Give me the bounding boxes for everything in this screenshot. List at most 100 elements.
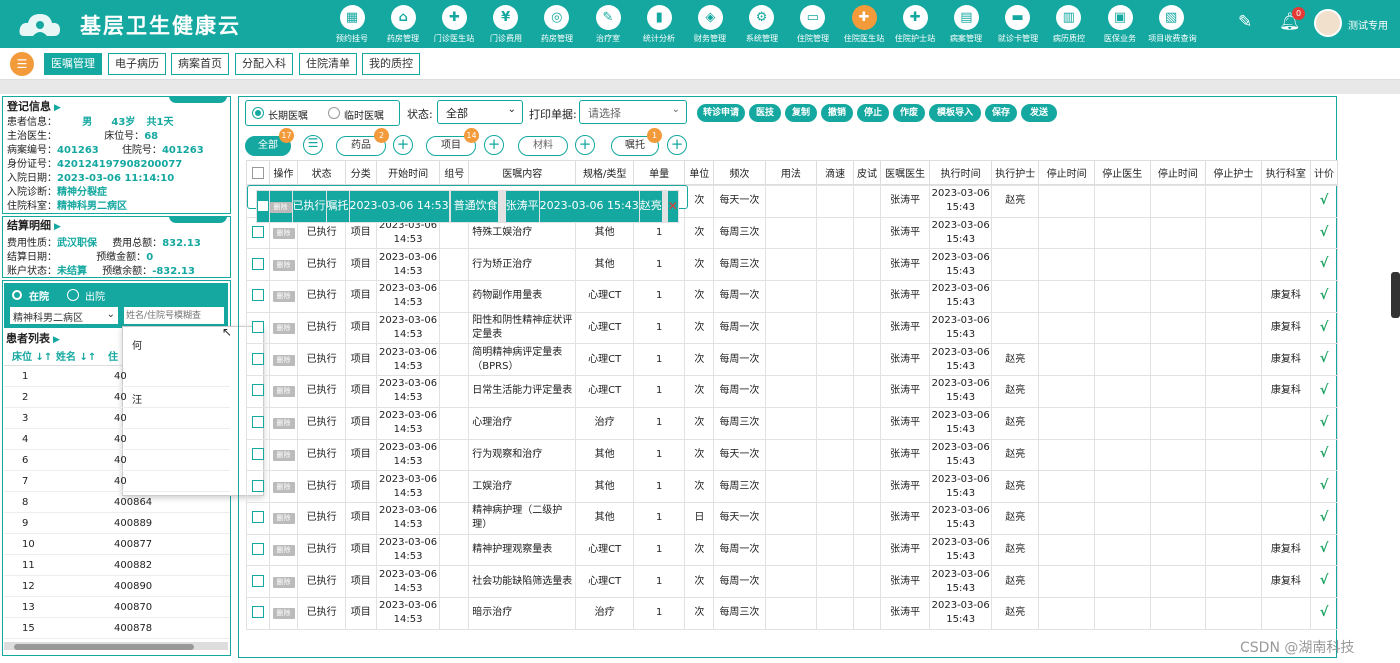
column-header[interactable]: 医嘱内容	[468, 160, 577, 185]
revoke-button[interactable]: 撤销	[821, 104, 853, 122]
table-row[interactable]: 删除 已执行 项目 2023-03-06 14:53 社会功能缺陷筛选量表 心理CT 1 次每…	[246, 565, 1338, 598]
tab-orders[interactable]: 医嘱管理	[44, 53, 102, 75]
username[interactable]: 测试专用	[1348, 17, 1388, 32]
save-button[interactable]: 保存	[985, 104, 1017, 122]
nav-item[interactable]: ✚ 住院医生站	[840, 2, 888, 48]
column-header[interactable]: 状态	[297, 160, 346, 185]
column-header[interactable]: 操作	[268, 160, 299, 185]
table-row[interactable]: 删除 已执行 项目 2023-03-06 14:53 暗示治疗 治疗 1 次每周三次 张涛平 20…	[246, 596, 1338, 630]
row-checkbox[interactable]	[251, 416, 264, 429]
column-header[interactable]: 计价	[1310, 160, 1338, 185]
patient-row[interactable]: 1 40	[4, 366, 230, 387]
scrollbar-thumb[interactable]	[14, 644, 194, 650]
edit-icon[interactable]: ✎	[1238, 12, 1252, 32]
delete-button[interactable]: 删除	[272, 418, 295, 430]
column-header[interactable]: 执行护士	[991, 160, 1040, 185]
column-header[interactable]: 停止护士	[1205, 160, 1262, 185]
delete-button[interactable]: 删除	[272, 291, 295, 303]
row-checkbox[interactable]	[251, 352, 264, 365]
delete-button[interactable]: 删除	[272, 228, 295, 240]
patient-row[interactable]: 12 400890	[4, 576, 230, 597]
delete-button[interactable]: 删除	[272, 513, 295, 525]
tab-emr[interactable]: 电子病历	[108, 53, 166, 75]
column-header[interactable]: 停止时间	[1038, 160, 1095, 185]
column-header[interactable]	[246, 160, 270, 185]
table-row[interactable]: 删除 已执行 项目 2023-03-06 14:53 行为矫正治疗 其他 1 次每周三次 张涛平…	[246, 248, 1338, 282]
patient-row[interactable]: 15 400878	[4, 618, 230, 639]
copy-button[interactable]: 复制	[785, 104, 817, 122]
medtech-button[interactable]: 医技	[749, 104, 781, 122]
column-header[interactable]: 单位	[684, 160, 715, 185]
patient-row[interactable]: 10 400877	[4, 534, 230, 555]
row-checkbox[interactable]	[257, 200, 268, 213]
table-row[interactable]: 删除 已执行 项目 2023-03-06 14:53 药物副作用量表 心理CT 1 次每周一次…	[246, 280, 1338, 313]
patient-row[interactable]: 2 40	[4, 387, 230, 408]
col-inpatient-no[interactable]: 住	[108, 348, 118, 363]
patient-row[interactable]: 4 40	[4, 429, 230, 450]
patient-row[interactable]: 6 40	[4, 450, 230, 471]
nav-item[interactable]: ▮ 统计分析	[635, 2, 683, 48]
category-item[interactable]: 项目 14	[426, 128, 479, 156]
tab-assign-dept[interactable]: 分配入科	[235, 53, 293, 75]
category-all[interactable]: 全部 17	[245, 128, 294, 156]
column-header[interactable]: 执行科室	[1260, 160, 1312, 185]
dropdown-item[interactable]: 何	[132, 337, 142, 352]
void-button[interactable]: 作废	[893, 104, 925, 122]
status-select[interactable]: 全部 ⌄	[437, 100, 523, 124]
row-checkbox[interactable]	[251, 606, 264, 619]
print-select[interactable]: 请选择 ⌄	[579, 100, 687, 124]
table-row[interactable]: 删除 已执行 项目 2023-03-06 14:53 工娱治疗 其他 1 次每周三次 张涛平 20…	[246, 470, 1338, 503]
referral-button[interactable]: 转诊申请	[697, 104, 745, 122]
category-instruction[interactable]: 嘱托 1	[611, 128, 662, 156]
column-header[interactable]: 开始时间	[375, 160, 441, 185]
send-button[interactable]: 发送	[1021, 104, 1057, 122]
avatar[interactable]	[1314, 9, 1342, 37]
column-header[interactable]: 停止时间	[1149, 160, 1207, 185]
table-row[interactable]: 删除 已执行 嘱托 2023-03-06 14:53 普通饮食 张涛平 2023-03-06…	[246, 185, 688, 223]
delete-button[interactable]: 删除	[272, 259, 295, 271]
table-row[interactable]: 删除 已执行 项目 2023-03-06 14:53 日常生活能力评定量表 心理CT 1 次每…	[246, 375, 1338, 408]
nav-item[interactable]: ▬ 就诊卡管理	[994, 2, 1042, 48]
column-header[interactable]: 规格/类型	[575, 160, 634, 185]
nav-item[interactable]: ▣ 医保业务	[1096, 2, 1144, 48]
column-header[interactable]: 皮试	[853, 160, 881, 185]
category-drug[interactable]: 药品 2	[336, 128, 389, 156]
nav-item[interactable]: ▦ 预约挂号	[328, 2, 376, 48]
col-name[interactable]: 姓名 ↓↑	[56, 348, 96, 363]
patient-row[interactable]: 7 40	[4, 471, 230, 492]
col-bed[interactable]: 床位 ↓↑	[12, 348, 52, 363]
add-instruction-icon[interactable]: +	[667, 135, 687, 155]
row-checkbox[interactable]	[251, 257, 264, 270]
delete-button[interactable]: 删除	[272, 449, 295, 461]
nav-item[interactable]: ✎ 治疗室	[584, 2, 632, 48]
delete-button[interactable]: 删除	[272, 386, 295, 398]
row-checkbox[interactable]	[251, 574, 264, 587]
delete-button[interactable]: 删除	[270, 202, 291, 214]
add-drug-icon[interactable]: +	[393, 135, 413, 155]
patient-search-input[interactable]	[123, 306, 225, 325]
nav-item[interactable]: ⌂ 药房管理	[379, 2, 427, 48]
column-header[interactable]: 滴速	[816, 160, 855, 185]
patient-row[interactable]: 11 400882	[4, 555, 230, 576]
template-import-button[interactable]: 模板导入	[929, 104, 981, 122]
vertical-scrollbar[interactable]	[1391, 272, 1400, 318]
column-header[interactable]: 分类	[344, 160, 377, 185]
stop-button[interactable]: 停止	[857, 104, 889, 122]
nav-item[interactable]: ¥ 门诊费用	[482, 2, 530, 48]
nav-item[interactable]: ✚ 门诊医生站	[430, 2, 478, 48]
column-header[interactable]: 单量	[632, 160, 686, 185]
delete-button[interactable]: 删除	[272, 608, 295, 620]
nav-item[interactable]: ✚ 住院护士站	[891, 2, 939, 48]
nav-item[interactable]: ▥ 病历质控	[1045, 2, 1093, 48]
nav-item[interactable]: ⚙ 系统管理	[738, 2, 786, 48]
select-all-checkbox[interactable]	[251, 166, 264, 179]
table-row[interactable]: 删除 已执行 项目 2023-03-06 14:53 阳性和阴性精神症状评定量表 心理CT…	[246, 311, 1338, 345]
patient-row[interactable]: 13 400870	[4, 597, 230, 618]
tab-my-qc[interactable]: 我的质控	[362, 53, 420, 75]
tab-case-home[interactable]: 病案首页	[171, 53, 229, 75]
table-row[interactable]: 删除 已执行 项目 2023-03-06 14:53 行为观察和治疗 其他 1 次每天一次 张涛…	[246, 438, 1338, 472]
column-header[interactable]: 停止医生	[1093, 160, 1151, 185]
row-checkbox[interactable]	[251, 226, 264, 239]
column-header[interactable]: 频次	[713, 160, 766, 185]
delete-button[interactable]: 删除	[272, 544, 295, 556]
